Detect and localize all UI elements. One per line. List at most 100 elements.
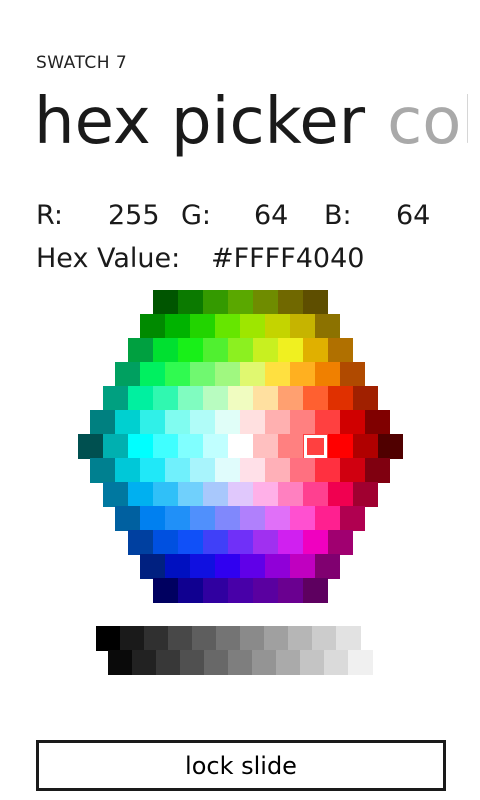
color-swatch[interactable]	[140, 362, 165, 387]
color-swatch[interactable]	[77, 434, 103, 459]
color-swatch[interactable]	[140, 554, 165, 579]
grey-swatch[interactable]	[324, 650, 349, 675]
color-swatch[interactable]	[227, 578, 253, 603]
grey-swatch[interactable]	[216, 626, 241, 651]
color-swatch[interactable]	[177, 338, 203, 363]
color-swatch[interactable]	[240, 362, 265, 387]
color-swatch[interactable]	[315, 362, 340, 387]
pivot-item-colors[interactable]: colo	[387, 85, 468, 159]
color-swatch[interactable]	[302, 530, 328, 555]
color-swatch[interactable]	[365, 458, 390, 483]
color-swatch[interactable]	[290, 410, 315, 435]
color-swatch[interactable]	[240, 314, 265, 339]
color-swatch[interactable]	[127, 434, 153, 459]
color-swatch[interactable]	[252, 482, 278, 507]
color-swatch[interactable]	[152, 290, 178, 315]
color-swatch[interactable]	[265, 458, 290, 483]
color-swatch[interactable]	[215, 458, 240, 483]
color-swatch[interactable]	[177, 482, 203, 507]
color-swatch[interactable]	[202, 578, 228, 603]
color-swatch[interactable]	[127, 386, 153, 411]
color-swatch[interactable]	[240, 458, 265, 483]
color-swatch[interactable]	[227, 338, 253, 363]
color-swatch[interactable]	[365, 410, 390, 435]
color-swatch[interactable]	[265, 506, 290, 531]
color-swatch[interactable]	[202, 482, 228, 507]
grey-swatch[interactable]	[300, 650, 325, 675]
color-swatch[interactable]	[352, 482, 378, 507]
color-swatch[interactable]	[190, 554, 215, 579]
color-swatch[interactable]	[327, 434, 353, 459]
color-swatch[interactable]	[177, 290, 203, 315]
color-swatch[interactable]	[115, 362, 140, 387]
color-swatch[interactable]	[290, 506, 315, 531]
color-swatch[interactable]	[340, 506, 365, 531]
color-swatch[interactable]	[252, 578, 278, 603]
color-swatch[interactable]	[102, 386, 128, 411]
color-swatch[interactable]	[265, 314, 290, 339]
grey-swatch[interactable]	[132, 650, 157, 675]
color-swatch[interactable]	[152, 434, 178, 459]
color-swatch[interactable]	[102, 434, 128, 459]
color-swatch[interactable]	[252, 290, 278, 315]
color-swatch[interactable]	[265, 410, 290, 435]
color-swatch[interactable]	[240, 506, 265, 531]
color-swatch[interactable]	[140, 410, 165, 435]
color-swatch[interactable]	[277, 290, 303, 315]
color-swatch[interactable]	[152, 482, 178, 507]
color-swatch[interactable]	[327, 386, 353, 411]
color-swatch[interactable]	[165, 458, 190, 483]
color-swatch[interactable]	[327, 530, 353, 555]
color-swatch[interactable]	[252, 434, 278, 459]
color-swatch[interactable]	[352, 386, 378, 411]
color-swatch[interactable]	[240, 554, 265, 579]
color-swatch[interactable]	[277, 434, 303, 459]
color-swatch[interactable]	[277, 482, 303, 507]
color-swatch[interactable]	[315, 506, 340, 531]
grey-swatch[interactable]	[192, 626, 217, 651]
color-swatch[interactable]	[165, 410, 190, 435]
color-swatch[interactable]	[202, 434, 228, 459]
grey-swatch[interactable]	[264, 626, 289, 651]
color-swatch[interactable]	[215, 554, 240, 579]
color-swatch[interactable]	[315, 410, 340, 435]
grey-swatch[interactable]	[288, 626, 313, 651]
color-swatch[interactable]	[127, 482, 153, 507]
color-swatch[interactable]	[202, 338, 228, 363]
grey-swatch[interactable]	[108, 650, 133, 675]
color-swatch[interactable]	[90, 410, 115, 435]
grey-swatch[interactable]	[120, 626, 145, 651]
grey-swatch[interactable]	[204, 650, 229, 675]
color-swatch[interactable]	[302, 386, 328, 411]
color-swatch[interactable]	[290, 458, 315, 483]
color-swatch[interactable]	[302, 290, 328, 315]
color-swatch[interactable]	[352, 434, 378, 459]
color-swatch[interactable]	[165, 314, 190, 339]
color-swatch[interactable]	[215, 362, 240, 387]
color-swatch[interactable]	[252, 386, 278, 411]
color-swatch[interactable]	[315, 554, 340, 579]
grey-swatch[interactable]	[144, 626, 169, 651]
color-swatch[interactable]	[115, 506, 140, 531]
color-swatch[interactable]	[340, 362, 365, 387]
color-swatch[interactable]	[190, 458, 215, 483]
grey-swatch[interactable]	[168, 626, 193, 651]
color-swatch[interactable]	[152, 578, 178, 603]
color-swatch[interactable]	[240, 410, 265, 435]
color-swatch[interactable]	[340, 458, 365, 483]
color-swatch[interactable]	[90, 458, 115, 483]
color-swatch[interactable]	[327, 338, 353, 363]
color-swatch[interactable]	[190, 362, 215, 387]
grey-swatch[interactable]	[348, 650, 373, 675]
color-swatch[interactable]	[302, 482, 328, 507]
color-swatch[interactable]	[177, 578, 203, 603]
color-swatch[interactable]	[140, 506, 165, 531]
color-swatch[interactable]	[227, 386, 253, 411]
color-swatch[interactable]	[165, 362, 190, 387]
color-swatch[interactable]	[102, 482, 128, 507]
color-swatch[interactable]	[190, 410, 215, 435]
color-swatch[interactable]	[252, 530, 278, 555]
color-swatch[interactable]	[302, 578, 328, 603]
color-swatch[interactable]	[315, 458, 340, 483]
color-swatch[interactable]	[115, 458, 140, 483]
